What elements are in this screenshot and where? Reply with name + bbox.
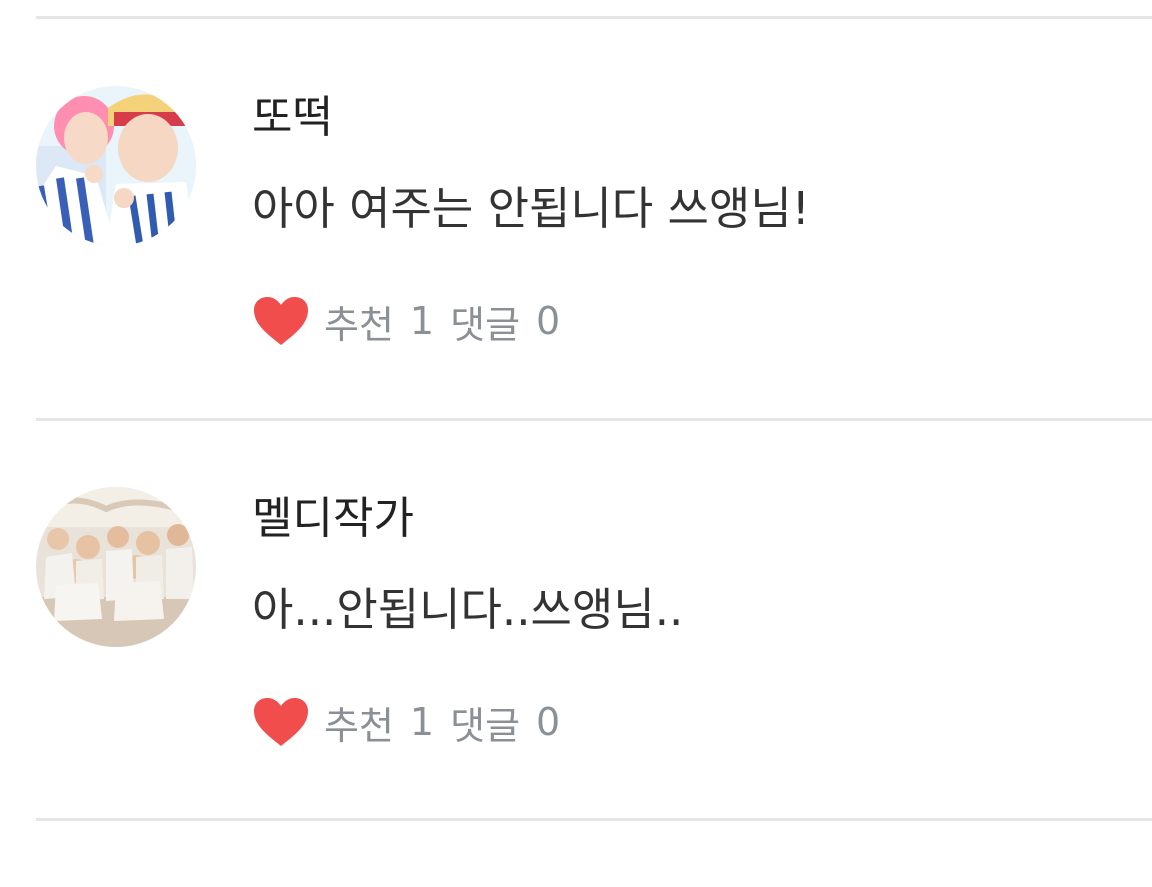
comment-divider xyxy=(36,418,1152,421)
like-label[interactable]: 추천 xyxy=(324,294,394,349)
reply-label[interactable]: 댓글 xyxy=(450,294,520,349)
reply-label[interactable]: 댓글 xyxy=(450,695,520,750)
heart-icon[interactable] xyxy=(252,696,310,748)
comment-meta: 추천 1 댓글 0 xyxy=(252,294,576,349)
comment-item: 또떡 아아 여주는 안됩니다 쓰앵님! 추천 1 댓글 0 xyxy=(0,86,1152,486)
avatar[interactable] xyxy=(36,487,196,647)
comment-author[interactable]: 멜디작가 xyxy=(252,491,414,547)
comment-author[interactable]: 또떡 xyxy=(252,90,333,146)
like-count: 1 xyxy=(409,700,435,744)
like-label[interactable]: 추천 xyxy=(324,695,394,750)
like-count: 1 xyxy=(409,299,435,343)
top-divider xyxy=(36,16,1152,19)
avatar[interactable] xyxy=(36,86,196,246)
reply-count: 0 xyxy=(536,700,561,744)
comment-text: 아아 여주는 안됩니다 쓰앵님! xyxy=(252,182,810,235)
comment-text: 아...안됩니다..쓰앵님.. xyxy=(252,583,684,636)
reply-count: 0 xyxy=(536,299,561,343)
comment-item: 멜디작가 아...안됩니다..쓰앵님.. 추천 1 댓글 0 xyxy=(0,487,1152,887)
bottom-divider xyxy=(36,818,1152,821)
comment-meta: 추천 1 댓글 0 xyxy=(252,695,576,750)
heart-icon[interactable] xyxy=(252,295,310,347)
